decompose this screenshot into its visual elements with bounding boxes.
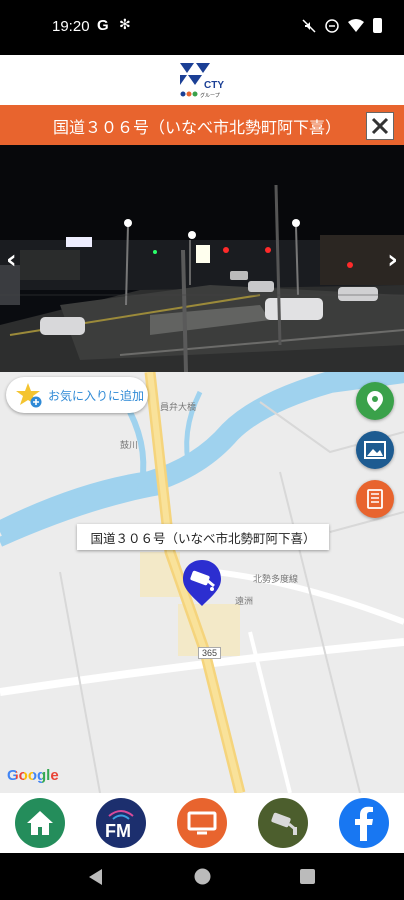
camera-marker-icon[interactable] bbox=[181, 558, 223, 608]
facebook-button[interactable] bbox=[339, 798, 389, 848]
next-camera-arrow-icon[interactable]: › bbox=[387, 245, 398, 275]
location-button[interactable] bbox=[356, 382, 394, 420]
google-notification-icon: G bbox=[97, 17, 109, 34]
add-favorite-label: お気に入りに追加 bbox=[48, 388, 145, 403]
google-attribution: Google bbox=[7, 767, 59, 784]
tv-icon bbox=[187, 811, 217, 835]
camera-location-popup[interactable]: 国道３０６号（いなべ市北勢町阿下喜） bbox=[77, 524, 329, 550]
back-icon[interactable] bbox=[89, 869, 103, 885]
mute-icon bbox=[302, 18, 316, 33]
road-label: 員弁大橋 bbox=[160, 402, 197, 412]
image-icon bbox=[364, 441, 386, 459]
wifi-icon bbox=[348, 19, 364, 32]
camera-icon bbox=[271, 812, 297, 835]
facebook-icon bbox=[355, 806, 373, 841]
settings-notification-icon: ✻ bbox=[119, 17, 131, 33]
home-circle-icon[interactable] bbox=[193, 867, 212, 886]
tv-button[interactable] bbox=[177, 798, 227, 848]
road-label: 北勢多度線 bbox=[253, 574, 299, 584]
camera-scene bbox=[0, 145, 404, 372]
road-label: 遠洲 bbox=[235, 596, 254, 606]
bottom-navigation: FM bbox=[0, 793, 404, 853]
camera-gallery-button[interactable] bbox=[356, 431, 394, 469]
cty-logo: CTY グループ bbox=[180, 63, 224, 99]
home-icon bbox=[27, 811, 53, 835]
app-header: CTY グループ bbox=[0, 55, 404, 105]
live-camera-button[interactable] bbox=[258, 798, 308, 848]
logo-subtext: グループ bbox=[200, 92, 220, 99]
fm-label: FM bbox=[105, 821, 131, 840]
google-label: Google bbox=[7, 767, 59, 784]
close-button[interactable] bbox=[366, 112, 394, 140]
star-plus-icon bbox=[16, 383, 42, 408]
live-camera-image: ‹ › bbox=[0, 145, 404, 372]
road-label: 鼓川 bbox=[120, 440, 139, 450]
system-navigation-bar bbox=[0, 853, 404, 900]
recents-icon[interactable] bbox=[300, 869, 315, 884]
status-time: 19:20 bbox=[52, 18, 90, 35]
dnd-icon bbox=[325, 18, 339, 33]
fm-radio-button[interactable]: FM bbox=[96, 798, 146, 848]
list-icon bbox=[367, 489, 383, 509]
home-button[interactable] bbox=[15, 798, 65, 848]
fm-icon: FM bbox=[105, 810, 134, 840]
camera-title: 国道３０６号（いなべ市北勢町阿下喜） bbox=[52, 120, 341, 137]
route-badge: 365 bbox=[198, 647, 222, 659]
battery-icon bbox=[373, 18, 382, 33]
add-favorite-button[interactable]: お気に入りに追加 bbox=[6, 377, 148, 413]
previous-camera-arrow-icon[interactable]: ‹ bbox=[6, 245, 17, 275]
logo-text: CTY bbox=[204, 80, 224, 91]
close-icon bbox=[371, 117, 389, 135]
status-bar: 19:20 G ✻ bbox=[0, 0, 404, 55]
map-pin-icon bbox=[367, 391, 383, 411]
camera-list-button[interactable] bbox=[356, 480, 394, 518]
camera-title-bar: 国道３０６号（いなべ市北勢町阿下喜） bbox=[0, 105, 404, 145]
status-icons bbox=[302, 18, 382, 33]
